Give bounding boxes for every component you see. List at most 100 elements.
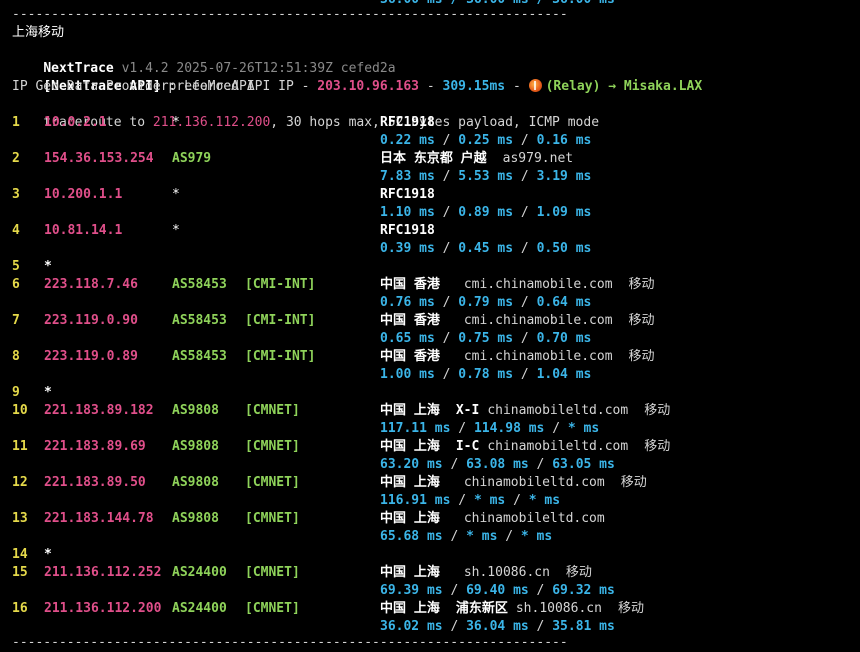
hop-latency: 63.05 ms [552, 457, 615, 472]
hop-asn: AS24400 [172, 565, 227, 580]
hop-geo: 中国 上海 [380, 439, 440, 454]
latency-separator: / [450, 493, 474, 508]
hop-latency: * ms [567, 421, 600, 436]
hop-ip: 221.183.144.78 [44, 511, 154, 526]
provider-line: IP Geo Data Provider: LeoMoeAPI [12, 79, 255, 94]
hop-ip: 10.200.1.1 [44, 187, 123, 202]
hop-asn: AS9808 [172, 403, 219, 418]
hop-asn: AS58453 [172, 277, 227, 292]
latency-separator: / [450, 421, 474, 436]
hop-latency: 5.53 ms [458, 169, 514, 184]
hop-asn: * [172, 115, 180, 130]
hop-latency: 0.78 ms [458, 367, 514, 382]
latency-separator: / [434, 169, 459, 184]
hop-number: 12 [12, 475, 28, 490]
hop-timeout: * [44, 259, 52, 274]
hop-latency: * ms [528, 493, 561, 508]
hop-asn: AS9808 [172, 511, 219, 526]
latency-separator: / [513, 241, 537, 256]
hop-hostname: sh.10086.cn [515, 601, 602, 616]
hop-geo: RFC1918 [380, 187, 435, 202]
hop-latency: 0.65 ms [380, 331, 435, 346]
hop-latency: 1.10 ms [380, 205, 435, 220]
hop-latency: 63.08 ms [466, 457, 529, 472]
hop-latency: 0.50 ms [536, 241, 592, 256]
latency-separator: / [434, 241, 459, 256]
hop-latency: 0.76 ms [380, 295, 435, 310]
hop-timeout: * [44, 547, 52, 562]
hop-network-tag: [CMNET] [245, 403, 300, 418]
hop-number: 4 [12, 223, 20, 238]
divider-bottom: ----------------------------------------… [12, 635, 568, 650]
latency-separator: / [528, 583, 553, 598]
hop-number: 5 [12, 259, 20, 274]
hop-isp: 移动 [565, 565, 592, 580]
hop-number: 7 [12, 313, 20, 328]
api-latency: 309.15ms [442, 79, 506, 94]
latency-separator: / [442, 457, 467, 472]
hop-hostname: chinamobileltd.com [463, 475, 605, 490]
hop-latency: * ms [520, 529, 553, 544]
hop-geo: 中国 上海 [380, 511, 440, 526]
hop-geo-detail: I-C [455, 439, 480, 454]
hop-latency: 114.98 ms [473, 421, 545, 436]
hop-number: 10 [12, 403, 28, 418]
hop-latency: 0.22 ms [380, 133, 435, 148]
region-title: 上海移动 [12, 25, 65, 40]
hop-number: 8 [12, 349, 20, 364]
latency-separator: / [513, 295, 537, 310]
hop-number: 6 [12, 277, 20, 292]
hop-number: 14 [12, 547, 28, 562]
hop-hostname: chinamobileltd.com [487, 403, 629, 418]
hop-asn: AS9808 [172, 439, 219, 454]
hop-network-tag: [CMNET] [245, 601, 300, 616]
hop-latency: * ms [473, 493, 506, 508]
latency-separator: / [434, 295, 459, 310]
hop-isp: 移动 [628, 349, 655, 364]
hop-network-tag: [CMI-INT] [245, 277, 316, 292]
hop-ip: 223.119.0.90 [44, 313, 138, 328]
latency-separator: / [434, 331, 459, 346]
hop-hostname: chinamobileltd.com [463, 511, 605, 526]
hop-network-tag: [CMI-INT] [245, 313, 316, 328]
hop-hostname: cmi.chinamobile.com [463, 313, 613, 328]
hop-asn: AS24400 [172, 601, 227, 616]
hop-hostname: chinamobileltd.com [487, 439, 629, 454]
terminal-window[interactable]: 36.00 ms / 36.00 ms / 36.00 ms ---------… [0, 0, 860, 650]
latency-separator: / [497, 529, 521, 544]
hop-latency: 117.11 ms [380, 421, 451, 436]
api-line: [NextTrace API] preferred API IP - 203.1… [12, 60, 702, 94]
hop-isp: 移动 [628, 313, 655, 328]
hop-geo: 中国 上海 [380, 565, 440, 580]
hop-asn: AS979 [172, 151, 212, 166]
hop-geo: RFC1918 [380, 223, 435, 238]
hop-geo: 中国 上海 [380, 601, 440, 616]
hop-ip: 221.183.89.182 [44, 403, 154, 418]
hop-hostname: sh.10086.cn [463, 565, 550, 580]
hop-asn: AS9808 [172, 475, 219, 490]
hop-geo: 中国 香港 [380, 313, 440, 328]
latency-separator: / [513, 169, 537, 184]
hop-network-tag: [CMNET] [245, 475, 300, 490]
latency-separator: / [442, 583, 467, 598]
latency-separator: / [513, 133, 537, 148]
wrench-hammer-icon [528, 79, 542, 92]
hop-geo-detail: X-I [455, 403, 480, 418]
app-banner: NextTrace v1.4.2 2025-07-26T12:51:39Z ce… [12, 42, 395, 76]
hop-latency: 69.39 ms [380, 583, 443, 598]
latency-separator: / [513, 331, 537, 346]
latency-separator: / [434, 205, 459, 220]
hop-latency: 0.79 ms [458, 295, 514, 310]
hop-isp: 移动 [628, 277, 655, 292]
hop-network-tag: [CMI-INT] [245, 349, 316, 364]
hop-latency: 0.25 ms [458, 133, 514, 148]
hop-number: 16 [12, 601, 28, 616]
hop-ip: 211.136.112.200 [44, 601, 162, 616]
hop-latency: 63.20 ms [380, 457, 443, 472]
hop-geo: 中国 上海 [380, 403, 440, 418]
hop-asn: * [172, 223, 180, 238]
hop-latency: * ms [466, 529, 498, 544]
hop-latency: 116.91 ms [380, 493, 451, 508]
hop-latency: 65.68 ms [380, 529, 443, 544]
hop-geo: 中国 香港 [380, 277, 440, 292]
